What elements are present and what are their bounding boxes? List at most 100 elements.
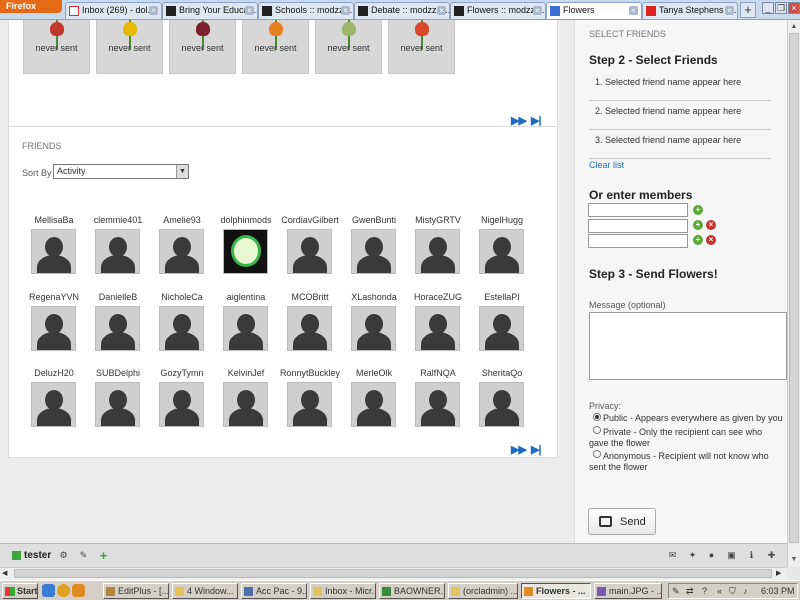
close-icon[interactable]: × bbox=[629, 6, 638, 15]
friend-card[interactable]: NigelHugg bbox=[470, 215, 534, 277]
friend-card[interactable]: GwenBunti bbox=[342, 215, 406, 277]
restore-icon[interactable]: ❐ bbox=[775, 2, 787, 14]
gear-icon[interactable]: ⚙ bbox=[58, 550, 69, 561]
friend-card[interactable]: XLashonda bbox=[342, 292, 406, 354]
firefox-menu-button[interactable]: Firefox bbox=[0, 0, 62, 13]
avatar[interactable] bbox=[159, 382, 204, 427]
user-name[interactable]: tester bbox=[24, 550, 51, 561]
close-icon[interactable]: × bbox=[149, 6, 158, 15]
edit-icon[interactable]: ✎ bbox=[78, 550, 89, 561]
new-tab-button[interactable]: + bbox=[740, 2, 756, 18]
minimize-icon[interactable]: _ bbox=[762, 2, 774, 14]
flower-card[interactable]: never sent bbox=[169, 20, 236, 74]
avatar[interactable] bbox=[415, 382, 460, 427]
friend-card[interactable]: SheritaQo bbox=[470, 368, 534, 430]
add-icon[interactable]: + bbox=[693, 220, 703, 230]
chevron-left-icon[interactable]: « bbox=[717, 584, 722, 598]
close-window-icon[interactable]: × bbox=[788, 2, 800, 14]
tab-tanya-stephens[interactable]: Tanya Stephens - ... × bbox=[642, 2, 738, 19]
info-icon[interactable]: ℹ bbox=[746, 550, 757, 561]
friend-card[interactable]: KelvinJef bbox=[214, 368, 278, 430]
friend-card[interactable]: MerleOlk bbox=[342, 368, 406, 430]
avatar[interactable] bbox=[351, 382, 396, 427]
friend-card[interactable]: SUBDelphi bbox=[86, 368, 150, 430]
tab-debate[interactable]: Debate :: modzzz'... × bbox=[354, 2, 450, 19]
avatar[interactable] bbox=[223, 306, 268, 351]
remove-icon[interactable]: × bbox=[706, 235, 716, 245]
tab-schools[interactable]: Schools :: modzzz'... × bbox=[258, 2, 354, 19]
friend-card[interactable]: RegenaYVN bbox=[22, 292, 86, 354]
taskbar-item[interactable]: 4 Window... bbox=[172, 583, 238, 599]
last-page-icon[interactable]: ▶| bbox=[531, 443, 542, 456]
avatar[interactable] bbox=[95, 229, 140, 274]
horizontal-scrollbar[interactable]: ◀ ▶ bbox=[0, 567, 787, 580]
tab-inbox[interactable]: Inbox (269) - dol... × bbox=[65, 2, 162, 19]
friend-card[interactable]: dolphinmods bbox=[214, 215, 278, 277]
close-icon[interactable]: × bbox=[341, 6, 350, 15]
close-icon[interactable]: × bbox=[245, 6, 254, 15]
chevron-down-icon[interactable]: ▼ bbox=[176, 165, 188, 178]
close-icon[interactable]: × bbox=[725, 6, 734, 15]
clock[interactable]: 6:03 PM bbox=[761, 584, 795, 598]
firefox-icon[interactable] bbox=[72, 584, 85, 597]
taskbar-item[interactable]: Flowers - ... bbox=[521, 583, 591, 599]
avatar[interactable] bbox=[31, 229, 76, 274]
privacy-private-radio[interactable] bbox=[593, 426, 601, 434]
avatar[interactable] bbox=[223, 229, 268, 274]
friend-card[interactable]: DeluzH20 bbox=[22, 368, 86, 430]
start-button[interactable]: Start bbox=[2, 583, 38, 599]
avatar[interactable] bbox=[31, 306, 76, 351]
avatar[interactable] bbox=[415, 229, 460, 274]
sort-by-select[interactable]: Activity ▼ bbox=[53, 164, 189, 179]
avatar[interactable] bbox=[351, 229, 396, 274]
friend-card[interactable]: RalfNQA bbox=[406, 368, 470, 430]
avatar[interactable] bbox=[287, 229, 332, 274]
avatar[interactable] bbox=[287, 306, 332, 351]
flower-card[interactable]: never sent bbox=[96, 20, 163, 74]
friend-card[interactable]: DanielleB bbox=[86, 292, 150, 354]
wrench-icon[interactable]: ✚ bbox=[766, 550, 777, 561]
twitter-icon[interactable]: ✦ bbox=[687, 550, 698, 561]
next-page-icon[interactable]: ▶▶ bbox=[511, 443, 527, 456]
shield-icon[interactable]: ⛉ bbox=[729, 584, 736, 598]
avatar[interactable] bbox=[95, 306, 140, 351]
privacy-public-radio[interactable] bbox=[593, 413, 601, 421]
flower-card[interactable]: never sent bbox=[315, 20, 382, 74]
friend-card[interactable]: MCOBritt bbox=[278, 292, 342, 354]
friend-card[interactable]: Amelie93 bbox=[150, 215, 214, 277]
scroll-right-icon[interactable]: ▶ bbox=[776, 569, 781, 577]
taskbar-item[interactable]: Inbox - Micr... bbox=[310, 583, 376, 599]
flower-card[interactable]: never sent bbox=[23, 20, 90, 74]
send-button[interactable]: Send bbox=[588, 508, 656, 535]
member-input[interactable] bbox=[588, 203, 688, 217]
flower-card[interactable]: never sent bbox=[388, 20, 455, 74]
clear-list-link[interactable]: Clear list bbox=[589, 160, 624, 170]
taskbar-item[interactable]: EditPlus - [... bbox=[103, 583, 169, 599]
friend-card[interactable]: GozyTymn bbox=[150, 368, 214, 430]
taskbar-item[interactable]: Acc Pac - 9... bbox=[241, 583, 307, 599]
browser-icon[interactable] bbox=[57, 584, 70, 597]
desktop-icon[interactable] bbox=[42, 584, 55, 597]
tab-flowers[interactable]: Flowers × bbox=[546, 2, 642, 19]
cart-icon[interactable]: ▣ bbox=[726, 550, 737, 561]
add-icon[interactable]: + bbox=[693, 205, 703, 215]
friend-card[interactable]: MellisaBa bbox=[22, 215, 86, 277]
flower-card[interactable]: never sent bbox=[242, 20, 309, 74]
edit-icon[interactable]: ✎ bbox=[672, 584, 680, 598]
avatar[interactable] bbox=[479, 306, 524, 351]
taskbar-item[interactable]: (orcladmin) ... bbox=[448, 583, 518, 599]
close-icon[interactable]: × bbox=[437, 6, 446, 15]
add-icon[interactable]: + bbox=[693, 235, 703, 245]
avatar[interactable] bbox=[415, 306, 460, 351]
scrollbar-thumb[interactable] bbox=[789, 33, 799, 543]
friend-card[interactable]: CordiavGilbert bbox=[278, 215, 342, 277]
scroll-left-icon[interactable]: ◀ bbox=[2, 569, 7, 577]
scrollbar-thumb[interactable] bbox=[14, 569, 772, 578]
vertical-scrollbar[interactable]: ▲ ▼ bbox=[787, 20, 800, 567]
member-input[interactable] bbox=[588, 234, 688, 248]
close-icon[interactable]: × bbox=[533, 6, 542, 15]
avatar[interactable] bbox=[287, 382, 332, 427]
add-icon[interactable]: + bbox=[98, 549, 109, 562]
help-icon[interactable]: ? bbox=[702, 584, 707, 598]
friend-card[interactable]: aiglentina bbox=[214, 292, 278, 354]
